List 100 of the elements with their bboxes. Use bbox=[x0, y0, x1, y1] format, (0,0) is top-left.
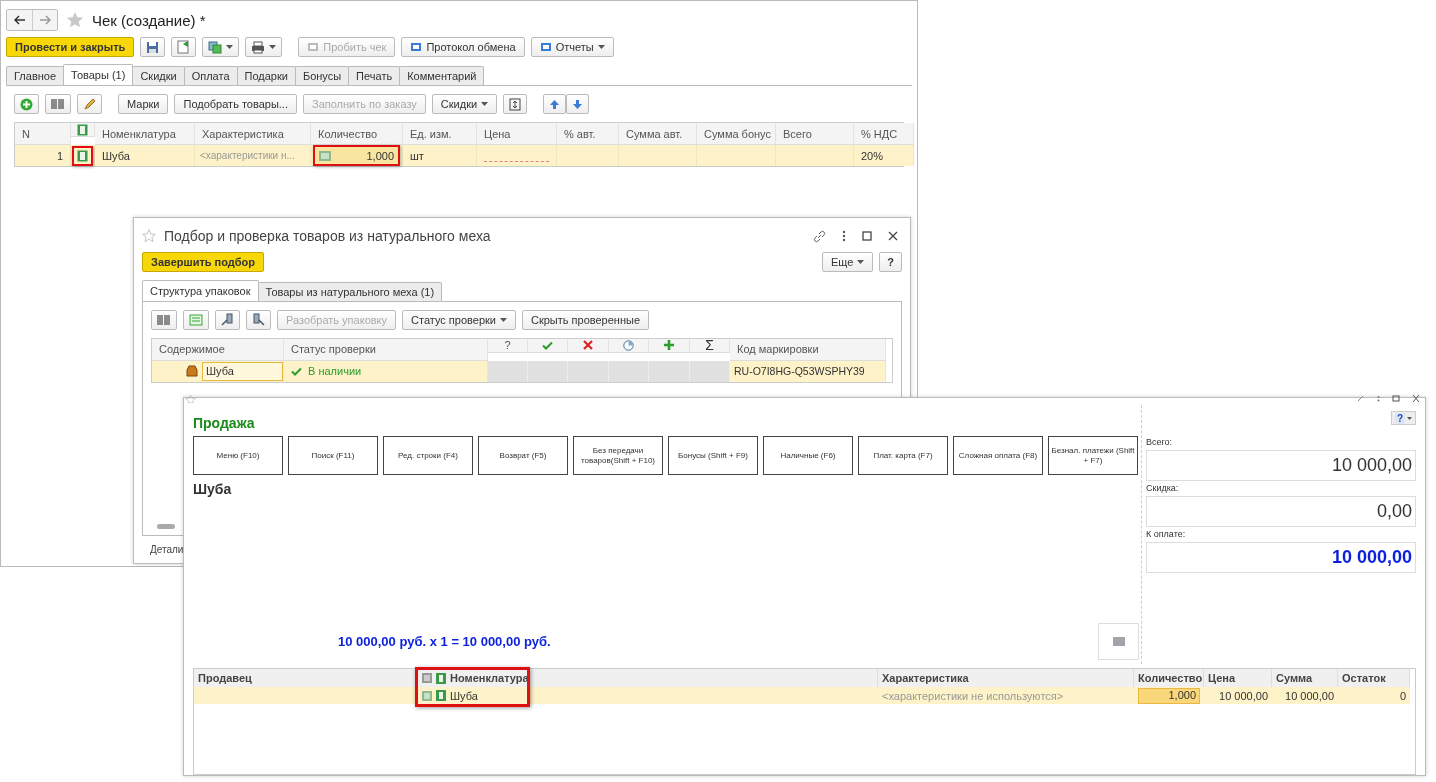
tab[interactable]: Товары из натурального меха (1) bbox=[257, 281, 443, 301]
cross-icon bbox=[583, 340, 593, 351]
maximize-icon[interactable] bbox=[862, 231, 872, 242]
barcode-button[interactable] bbox=[151, 309, 177, 330]
table-cell bbox=[649, 360, 690, 382]
table-cell: 10 000,00 bbox=[1272, 687, 1338, 704]
window-title: Подбор и проверка товаров из натурального меха bbox=[164, 228, 491, 245]
checkmark-icon bbox=[542, 340, 553, 350]
function-key-button[interactable]: Сложная оплата (F8) bbox=[953, 436, 1043, 475]
print-button[interactable] bbox=[245, 37, 283, 57]
close-icon[interactable] bbox=[888, 231, 898, 242]
tab[interactable]: Печать bbox=[348, 66, 401, 85]
column-header: Количество bbox=[1134, 669, 1204, 687]
fur-coat-icon bbox=[186, 365, 198, 378]
toolbar-button[interactable]: Отчеты bbox=[530, 37, 614, 57]
table-toolbar-button[interactable]: Скидки bbox=[431, 94, 498, 114]
price-tag-icon bbox=[436, 672, 446, 684]
copy-button[interactable] bbox=[202, 37, 240, 57]
table-toolbar-button[interactable]: Марки bbox=[118, 94, 169, 114]
plus-icon bbox=[664, 340, 674, 351]
table-cell: <характеристики не используются> bbox=[878, 687, 1134, 704]
add-button[interactable] bbox=[14, 94, 39, 114]
caret-icon bbox=[857, 259, 865, 264]
toolbar-button[interactable]: Скрыть проверенные bbox=[521, 309, 649, 330]
column-header: Продавец bbox=[194, 669, 418, 687]
product-name: Шуба bbox=[193, 481, 233, 497]
caret-icon bbox=[1407, 416, 1412, 420]
column-header: Количество bbox=[311, 123, 403, 145]
document-icon bbox=[539, 41, 552, 53]
table-cell: RU-O7I8HG-Q53WSPHY39 bbox=[730, 360, 886, 382]
scanner-icon bbox=[252, 313, 265, 327]
price-field[interactable] bbox=[484, 159, 549, 162]
table-cell: 20% bbox=[854, 145, 914, 166]
vertical-arrows-icon bbox=[509, 97, 522, 111]
function-key-button[interactable]: Бонусы (Shift + F9) bbox=[668, 436, 758, 475]
resize-button[interactable] bbox=[503, 94, 528, 114]
caret-icon bbox=[226, 45, 234, 49]
function-key-button[interactable]: Ред. строки (F4) bbox=[383, 436, 473, 475]
help-button[interactable]: ? bbox=[879, 251, 902, 272]
tab[interactable]: Главное bbox=[6, 66, 65, 85]
barcode-scan-button[interactable] bbox=[1098, 623, 1139, 660]
column-header: Сумма bbox=[1272, 669, 1338, 687]
tab[interactable]: Скидки bbox=[132, 66, 185, 85]
table-cell: 1 bbox=[15, 145, 71, 166]
function-key-button[interactable]: Наличные (F6) bbox=[763, 436, 853, 475]
save-button[interactable] bbox=[140, 37, 166, 57]
function-key-button[interactable]: Поиск (F11) bbox=[288, 436, 378, 475]
tab[interactable]: Структура упаковок bbox=[142, 279, 259, 301]
total-field: 10 000,00 bbox=[1146, 450, 1416, 481]
column-header: Σ bbox=[690, 338, 730, 353]
function-key-button[interactable]: Меню (F10) bbox=[193, 436, 283, 475]
toolbar-button[interactable]: Статус проверки bbox=[402, 309, 516, 330]
more-icon[interactable] bbox=[842, 230, 846, 243]
plus-icon bbox=[20, 97, 33, 111]
close-icon[interactable] bbox=[1412, 395, 1420, 402]
status-text: В наличии bbox=[308, 365, 362, 378]
scanner-button[interactable] bbox=[215, 309, 240, 330]
column-header: % НДС bbox=[854, 123, 914, 145]
more-icon[interactable] bbox=[1377, 395, 1380, 402]
quantity-field[interactable]: 1,000 bbox=[1138, 687, 1200, 704]
function-key-button[interactable]: Безнал. платежи (Shift + F7) bbox=[1048, 436, 1138, 475]
table-toolbar-button[interactable]: Подобрать товары... bbox=[174, 94, 297, 114]
caret-icon bbox=[269, 45, 277, 49]
function-key-button[interactable]: Плат. карта (F7) bbox=[858, 436, 948, 475]
function-key-button[interactable]: Без передачи товаров(Shift + F10) bbox=[573, 436, 663, 475]
move-up-button[interactable] bbox=[543, 94, 567, 114]
tab[interactable]: Подарки bbox=[236, 66, 296, 85]
help-button[interactable]: ? bbox=[1390, 411, 1416, 425]
scanner-button[interactable] bbox=[246, 309, 271, 330]
tab[interactable]: Комментарий bbox=[399, 66, 485, 85]
finish-picking-button[interactable]: Завершить подбор bbox=[142, 251, 265, 272]
restore-icon[interactable] bbox=[1392, 395, 1400, 402]
column-header: Номенклатура bbox=[95, 123, 195, 145]
toolbar-button[interactable]: Протокол обмена bbox=[401, 37, 525, 57]
quantity-field[interactable]: 1,000 bbox=[313, 145, 400, 166]
tab[interactable]: Оплата bbox=[183, 66, 238, 85]
table-cell: <характеристики н... bbox=[195, 145, 311, 166]
pencil-button[interactable] bbox=[77, 94, 102, 114]
printer-icon bbox=[251, 40, 266, 54]
document-icon bbox=[307, 41, 320, 53]
document-icon bbox=[177, 40, 191, 54]
total-label: Скидка: bbox=[1146, 483, 1180, 493]
table-cell bbox=[528, 360, 568, 382]
tab[interactable]: Бонусы bbox=[294, 66, 350, 85]
total-label: К оплате: bbox=[1146, 529, 1187, 539]
scrollbar[interactable] bbox=[157, 524, 175, 529]
column-header: Код маркировки bbox=[730, 338, 886, 361]
post-and-close-button[interactable]: Провести и закрыть bbox=[6, 37, 135, 57]
column-header: Номенклатура bbox=[450, 672, 529, 684]
more-button[interactable]: Еще bbox=[821, 251, 874, 272]
document-button[interactable] bbox=[171, 37, 197, 57]
move-down-button[interactable] bbox=[566, 94, 590, 114]
number-icon bbox=[422, 690, 432, 701]
function-key-button[interactable]: Возврат (F5) bbox=[478, 436, 568, 475]
barcode-button[interactable] bbox=[45, 94, 71, 114]
price-tag-icon bbox=[77, 149, 88, 162]
content-field[interactable]: Шуба bbox=[202, 361, 283, 381]
back-button[interactable] bbox=[7, 10, 32, 30]
column-header: Ед. изм. bbox=[403, 123, 477, 145]
table-cell: шт bbox=[403, 145, 477, 166]
